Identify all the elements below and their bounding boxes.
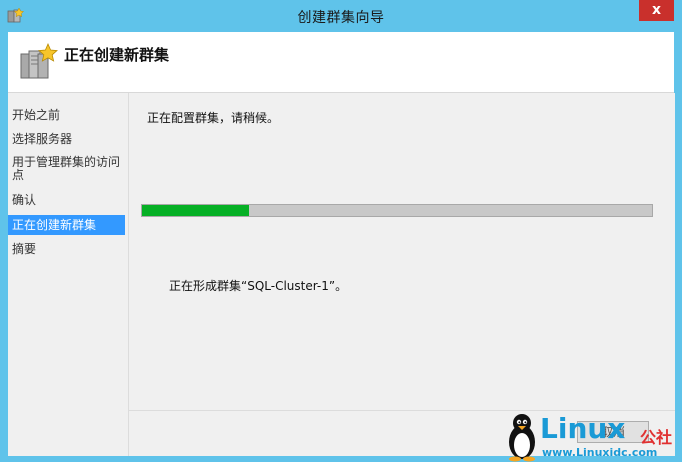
progress-bar [141,204,653,217]
progress-bar-fill [142,205,250,216]
title-bar[interactable]: 创建群集向导 x [0,0,682,32]
wizard-client-area: 正在创建新群集 开始之前 选择服务器 用于管理群集的访问点 确认 正在创建新群集… [8,32,675,456]
page-title: 正在创建新群集 [64,46,170,64]
sidebar-item-access-point[interactable]: 用于管理群集的访问点 [8,156,123,182]
progress-detail-message: 正在形成群集“SQL-Cluster-1”。 [169,279,348,293]
watermark-suffix: 公社 [640,428,673,447]
watermark-brand: Linux [540,412,626,445]
window-title: 创建群集向导 [297,10,385,26]
wizard-window: 创建群集向导 x 正在创建新群集 开始之前 选择服务器 用于管理群集的访问点 确… [0,0,682,462]
cluster-server-icon [20,42,58,79]
wizard-main-panel: 正在配置群集，请稍候。 正在形成群集“SQL-Cluster-1”。 取消 [128,93,675,456]
sidebar-item-select-servers[interactable]: 选择服务器 [8,132,125,146]
status-message: 正在配置群集，请稍候。 [147,111,280,125]
sidebar-item-before-you-begin[interactable]: 开始之前 [8,108,125,122]
watermark-url: www.Linuxidc.com [542,446,658,459]
wizard-steps-sidebar: 开始之前 选择服务器 用于管理群集的访问点 确认 正在创建新群集 摘要 [8,93,127,456]
sidebar-item-confirmation[interactable]: 确认 [8,193,125,207]
penguin-logo-icon [509,414,535,462]
sidebar-item-summary[interactable]: 摘要 [8,242,125,256]
watermark: Linux 公社 www.Linuxidc.com [504,410,682,462]
close-button[interactable]: x [639,0,674,21]
sidebar-item-creating-cluster[interactable]: 正在创建新群集 [8,215,125,235]
wizard-header: 正在创建新群集 [8,32,674,93]
